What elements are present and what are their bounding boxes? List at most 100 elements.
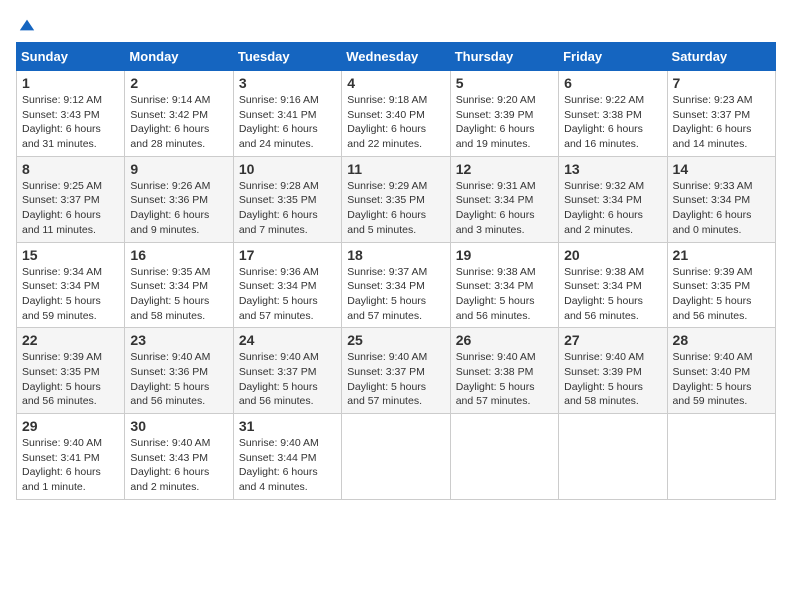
day-number: 2: [130, 75, 227, 91]
day-number: 5: [456, 75, 553, 91]
calendar-body: 1 Sunrise: 9:12 AMSunset: 3:43 PMDaylight…: [17, 71, 776, 500]
day-number: 9: [130, 161, 227, 177]
calendar-cell: 4Sunrise: 9:18 AMSunset: 3:40 PMDaylight…: [342, 71, 450, 157]
day-info: Sunrise: 9:40 AMSunset: 3:36 PMDaylight:…: [130, 350, 227, 409]
day-number: 27: [564, 332, 661, 348]
day-info: Sunrise: 9:40 AMSunset: 3:40 PMDaylight:…: [673, 350, 770, 409]
day-info: Sunrise: 9:16 AMSunset: 3:41 PMDaylight:…: [239, 93, 336, 152]
calendar-cell: [559, 414, 667, 500]
calendar-cell: 17Sunrise: 9:36 AMSunset: 3:34 PMDayligh…: [233, 242, 341, 328]
day-number: 13: [564, 161, 661, 177]
calendar-cell: 5 Sunrise: 9:20 AMSunset: 3:39 PMDaylight…: [450, 71, 558, 157]
day-info: Sunrise: 9:14 AMSunset: 3:42 PMDaylight:…: [130, 93, 227, 152]
day-info: Sunrise: 9:23 AMSunset: 3:37 PMDaylight:…: [673, 93, 770, 152]
calendar-cell: 11 Sunrise: 9:29 AMSunset: 3:35 PMDayligh…: [342, 156, 450, 242]
calendar-header-monday: Monday: [125, 43, 233, 71]
day-info: Sunrise: 9:12 AMSunset: 3:43 PMDaylight:…: [22, 93, 119, 152]
page-header: [16, 16, 776, 30]
day-number: 21: [673, 247, 770, 263]
calendar-cell: 14 Sunrise: 9:33 AMSunset: 3:34 PMDayligh…: [667, 156, 775, 242]
calendar-cell: 24 Sunrise: 9:40 AMSunset: 3:37 PMDayligh…: [233, 328, 341, 414]
calendar-cell: 13 Sunrise: 9:32 AMSunset: 3:34 PMDayligh…: [559, 156, 667, 242]
day-info: Sunrise: 9:33 AMSunset: 3:34 PMDaylight:…: [673, 179, 770, 238]
calendar-cell: 20 Sunrise: 9:38 AMSunset: 3:34 PMDayligh…: [559, 242, 667, 328]
calendar-header-row: SundayMondayTuesdayWednesdayThursdayFrid…: [17, 43, 776, 71]
day-number: 23: [130, 332, 227, 348]
day-number: 31: [239, 418, 336, 434]
day-number: 14: [673, 161, 770, 177]
calendar-week-2: 8Sunrise: 9:25 AMSunset: 3:37 PMDaylight…: [17, 156, 776, 242]
calendar-cell: 25 Sunrise: 9:40 AMSunset: 3:37 PMDayligh…: [342, 328, 450, 414]
day-info: Sunrise: 9:40 AMSunset: 3:38 PMDaylight:…: [456, 350, 553, 409]
day-info: Sunrise: 9:37 AMSunset: 3:34 PMDaylight:…: [347, 265, 444, 324]
calendar-cell: 15 Sunrise: 9:34 AMSunset: 3:34 PMDayligh…: [17, 242, 125, 328]
calendar-cell: [450, 414, 558, 500]
calendar-cell: 21 Sunrise: 9:39 AMSunset: 3:35 PMDayligh…: [667, 242, 775, 328]
day-info: Sunrise: 9:38 AMSunset: 3:34 PMDaylight:…: [564, 265, 661, 324]
day-info: Sunrise: 9:40 AMSunset: 3:43 PMDaylight:…: [130, 436, 227, 495]
day-number: 26: [456, 332, 553, 348]
day-number: 16: [130, 247, 227, 263]
day-info: Sunrise: 9:39 AMSunset: 3:35 PMDaylight:…: [22, 350, 119, 409]
day-info: Sunrise: 9:25 AMSunset: 3:37 PMDaylight:…: [22, 179, 119, 238]
calendar-table: SundayMondayTuesdayWednesdayThursdayFrid…: [16, 42, 776, 500]
calendar-header-wednesday: Wednesday: [342, 43, 450, 71]
calendar-week-5: 29 Sunrise: 9:40 AMSunset: 3:41 PMDayligh…: [17, 414, 776, 500]
day-number: 18: [347, 247, 444, 263]
day-number: 19: [456, 247, 553, 263]
calendar-cell: 27 Sunrise: 9:40 AMSunset: 3:39 PMDayligh…: [559, 328, 667, 414]
day-info: Sunrise: 9:35 AMSunset: 3:34 PMDaylight:…: [130, 265, 227, 324]
day-info: Sunrise: 9:38 AMSunset: 3:34 PMDaylight:…: [456, 265, 553, 324]
day-number: 4: [347, 75, 444, 91]
day-info: Sunrise: 9:32 AMSunset: 3:34 PMDaylight:…: [564, 179, 661, 238]
calendar-week-4: 22Sunrise: 9:39 AMSunset: 3:35 PMDayligh…: [17, 328, 776, 414]
day-info: Sunrise: 9:28 AMSunset: 3:35 PMDaylight:…: [239, 179, 336, 238]
calendar-header-friday: Friday: [559, 43, 667, 71]
calendar-cell: 10Sunrise: 9:28 AMSunset: 3:35 PMDayligh…: [233, 156, 341, 242]
day-info: Sunrise: 9:40 AMSunset: 3:44 PMDaylight:…: [239, 436, 336, 495]
calendar-cell: 31 Sunrise: 9:40 AMSunset: 3:44 PMDayligh…: [233, 414, 341, 500]
day-number: 12: [456, 161, 553, 177]
calendar-cell: 19 Sunrise: 9:38 AMSunset: 3:34 PMDayligh…: [450, 242, 558, 328]
day-number: 24: [239, 332, 336, 348]
day-info: Sunrise: 9:39 AMSunset: 3:35 PMDaylight:…: [673, 265, 770, 324]
calendar-cell: 30 Sunrise: 9:40 AMSunset: 3:43 PMDayligh…: [125, 414, 233, 500]
day-info: Sunrise: 9:29 AMSunset: 3:35 PMDaylight:…: [347, 179, 444, 238]
day-number: 29: [22, 418, 119, 434]
calendar-cell: [667, 414, 775, 500]
day-number: 11: [347, 161, 444, 177]
day-info: Sunrise: 9:34 AMSunset: 3:34 PMDaylight:…: [22, 265, 119, 324]
calendar-cell: 16 Sunrise: 9:35 AMSunset: 3:34 PMDayligh…: [125, 242, 233, 328]
calendar-header-saturday: Saturday: [667, 43, 775, 71]
calendar-cell: 23 Sunrise: 9:40 AMSunset: 3:36 PMDayligh…: [125, 328, 233, 414]
day-number: 25: [347, 332, 444, 348]
calendar-header-thursday: Thursday: [450, 43, 558, 71]
calendar-header-sunday: Sunday: [17, 43, 125, 71]
day-info: Sunrise: 9:40 AMSunset: 3:37 PMDaylight:…: [347, 350, 444, 409]
calendar-cell: 9 Sunrise: 9:26 AMSunset: 3:36 PMDaylight…: [125, 156, 233, 242]
calendar-cell: 22Sunrise: 9:39 AMSunset: 3:35 PMDayligh…: [17, 328, 125, 414]
day-info: Sunrise: 9:36 AMSunset: 3:34 PMDaylight:…: [239, 265, 336, 324]
day-number: 20: [564, 247, 661, 263]
day-number: 15: [22, 247, 119, 263]
day-number: 7: [673, 75, 770, 91]
calendar-cell: [342, 414, 450, 500]
logo-icon: [18, 16, 36, 34]
calendar-cell: 12 Sunrise: 9:31 AMSunset: 3:34 PMDayligh…: [450, 156, 558, 242]
calendar-cell: 18 Sunrise: 9:37 AMSunset: 3:34 PMDayligh…: [342, 242, 450, 328]
day-number: 28: [673, 332, 770, 348]
day-info: Sunrise: 9:40 AMSunset: 3:41 PMDaylight:…: [22, 436, 119, 495]
day-info: Sunrise: 9:40 AMSunset: 3:39 PMDaylight:…: [564, 350, 661, 409]
day-number: 30: [130, 418, 227, 434]
calendar-cell: 28 Sunrise: 9:40 AMSunset: 3:40 PMDayligh…: [667, 328, 775, 414]
day-info: Sunrise: 9:20 AMSunset: 3:39 PMDaylight:…: [456, 93, 553, 152]
calendar-cell: 26 Sunrise: 9:40 AMSunset: 3:38 PMDayligh…: [450, 328, 558, 414]
calendar-cell: 29 Sunrise: 9:40 AMSunset: 3:41 PMDayligh…: [17, 414, 125, 500]
calendar-cell: 7 Sunrise: 9:23 AMSunset: 3:37 PMDaylight…: [667, 71, 775, 157]
day-info: Sunrise: 9:40 AMSunset: 3:37 PMDaylight:…: [239, 350, 336, 409]
calendar-header-tuesday: Tuesday: [233, 43, 341, 71]
day-info: Sunrise: 9:26 AMSunset: 3:36 PMDaylight:…: [130, 179, 227, 238]
day-info: Sunrise: 9:31 AMSunset: 3:34 PMDaylight:…: [456, 179, 553, 238]
day-number: 1: [22, 75, 119, 91]
calendar-week-1: 1 Sunrise: 9:12 AMSunset: 3:43 PMDaylight…: [17, 71, 776, 157]
